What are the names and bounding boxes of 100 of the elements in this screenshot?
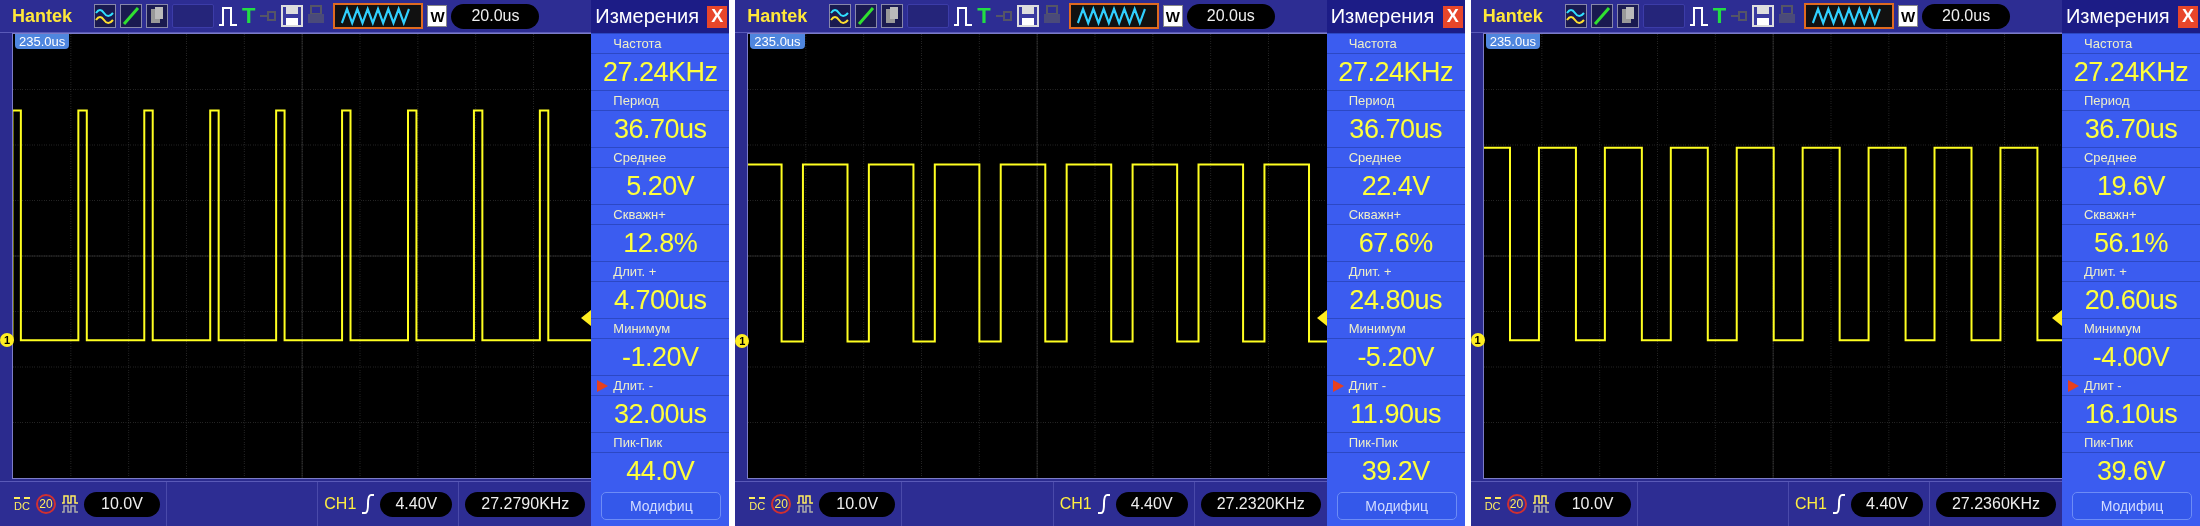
waveform-icon[interactable]: [1564, 4, 1587, 28]
measurement-label[interactable]: Среднее: [2062, 147, 2200, 167]
measurement-label[interactable]: Пик-Пик: [1326, 432, 1465, 452]
volts-per-div-readout[interactable]: 10.0V: [83, 491, 160, 517]
trigger-level-arrow-icon[interactable]: [581, 310, 592, 327]
trigger-mark[interactable]: T: [242, 3, 256, 29]
coupling-label: DC: [1484, 496, 1501, 512]
measurement-value: 16.10us: [2062, 395, 2200, 432]
timebase-readout[interactable]: 20.0us: [1922, 3, 2011, 29]
slash-icon[interactable]: [1590, 4, 1613, 28]
measurement-label[interactable]: Частота: [2062, 33, 2200, 53]
frequency-readout: 27.2360KHz: [1936, 491, 2056, 517]
measurement-label[interactable]: Минимум: [2062, 318, 2200, 338]
save-icon[interactable]: [1752, 5, 1775, 27]
modify-button[interactable]: Модифиц: [601, 492, 722, 520]
channel-marker[interactable]: 1: [1470, 333, 1485, 348]
close-button[interactable]: X: [2178, 5, 2198, 28]
measurement-label[interactable]: Частота: [1326, 33, 1465, 53]
measurement-value: 36.70us: [1326, 110, 1465, 147]
measurement-label[interactable]: Минимум: [1326, 318, 1465, 338]
trigger-position-tag: 235.0us: [15, 34, 70, 49]
zoom-button[interactable]: W: [1898, 5, 1919, 27]
zoom-button[interactable]: W: [427, 5, 448, 27]
trigger-level-readout[interactable]: 4.40V: [380, 491, 453, 517]
display-slot: [172, 4, 215, 28]
layers-icon[interactable]: [146, 4, 169, 28]
measurement-label[interactable]: Период: [591, 90, 730, 110]
measurement-value: 67.6%: [1326, 224, 1465, 261]
trigger-position-tag: 235.0us: [750, 34, 805, 49]
trigger-level-readout[interactable]: 4.40V: [1115, 491, 1188, 517]
pulse-icon[interactable]: [218, 4, 239, 28]
measurement-label[interactable]: Скважн+: [1326, 204, 1465, 224]
measurement-title: Измерения: [2066, 5, 2170, 28]
trigger-level-arrow-icon[interactable]: [1316, 310, 1327, 327]
slash-icon[interactable]: [855, 4, 878, 28]
measurement-value: 39.2V: [1326, 452, 1465, 489]
volts-per-div-readout[interactable]: 10.0V: [1554, 491, 1631, 517]
waveform-overview[interactable]: [1068, 3, 1159, 29]
coupling-label: DC: [749, 496, 766, 512]
save-icon[interactable]: [1016, 5, 1039, 27]
modify-button[interactable]: Модифиц: [2072, 492, 2192, 520]
pulse-icon[interactable]: [953, 4, 974, 28]
measurement-value: 27.24KHz: [2062, 53, 2200, 90]
rising-edge-icon: [362, 493, 375, 515]
close-button[interactable]: X: [707, 5, 728, 28]
layers-icon[interactable]: [1616, 4, 1639, 28]
measurement-label[interactable]: Длит -: [1326, 375, 1465, 395]
measurement-label[interactable]: Пик-Пик: [591, 432, 730, 452]
pulse-train-icon: [61, 494, 78, 514]
measurement-label[interactable]: Длит. +: [2062, 261, 2200, 281]
waveform-icon[interactable]: [829, 4, 852, 28]
channel-marker[interactable]: 1: [0, 333, 14, 348]
measurement-label[interactable]: Среднее: [1326, 147, 1465, 167]
measurement-label[interactable]: Скважн+: [591, 204, 730, 224]
trigger-mark[interactable]: T: [977, 3, 991, 29]
measurement-value: 20.60us: [2062, 281, 2200, 318]
volts-per-div-readout[interactable]: 10.0V: [819, 491, 896, 517]
rising-edge-icon: [1833, 493, 1845, 515]
measurement-label[interactable]: Пик-Пик: [2062, 432, 2200, 452]
rising-edge-icon: [1097, 493, 1110, 515]
measurement-value: 22.4V: [1326, 167, 1465, 204]
save-icon[interactable]: [281, 5, 304, 27]
measurement-label[interactable]: Период: [2062, 90, 2200, 110]
zoom-button[interactable]: W: [1162, 5, 1183, 27]
close-button[interactable]: X: [1442, 5, 1463, 28]
measurement-label[interactable]: Длит. -: [591, 375, 730, 395]
waveform-icon[interactable]: [94, 4, 117, 28]
measurement-value: 44.0V: [591, 452, 730, 489]
waveform-overview[interactable]: [1804, 3, 1895, 29]
measurement-label[interactable]: Длит. +: [1326, 261, 1465, 281]
measurement-value: 56.1%: [2062, 224, 2200, 261]
layers-icon[interactable]: [881, 4, 904, 28]
measurement-value: 27.24KHz: [591, 53, 730, 90]
brand-logo: Hantek: [747, 5, 808, 27]
modify-button[interactable]: Модифиц: [1336, 492, 1457, 520]
measurement-value: 5.20V: [591, 167, 730, 204]
slash-icon[interactable]: [120, 4, 143, 28]
measurement-label[interactable]: Среднее: [591, 147, 730, 167]
pulse-icon[interactable]: [1688, 4, 1709, 28]
measurement-label[interactable]: Скважн+: [2062, 204, 2200, 224]
measurement-value: 12.8%: [591, 224, 730, 261]
timebase-readout[interactable]: 20.0us: [1186, 3, 1275, 29]
measurement-title: Измерения: [1330, 5, 1435, 28]
measurement-value: 27.24KHz: [1326, 53, 1465, 90]
measurement-label[interactable]: Частота: [591, 33, 730, 53]
channel-marker[interactable]: 1: [735, 334, 750, 349]
measurement-title: Измерения: [595, 5, 700, 28]
display-slot: [907, 4, 950, 28]
trigger-level-readout[interactable]: 4.40V: [1851, 491, 1923, 517]
measurement-label[interactable]: Период: [1326, 90, 1465, 110]
brand-logo: Hantek: [12, 5, 73, 27]
measurement-value: 39.6V: [2062, 452, 2200, 489]
timebase-readout[interactable]: 20.0us: [451, 3, 540, 29]
waveform-overview[interactable]: [333, 3, 424, 29]
trigger-mark[interactable]: T: [1712, 3, 1727, 29]
trigger-level-arrow-icon[interactable]: [2052, 310, 2062, 327]
measurement-label[interactable]: Минимум: [591, 318, 730, 338]
bandwidth-limit-badge: 20: [771, 494, 792, 514]
measurement-label[interactable]: Длит. +: [591, 261, 730, 281]
measurement-label[interactable]: Длит -: [2062, 375, 2200, 395]
